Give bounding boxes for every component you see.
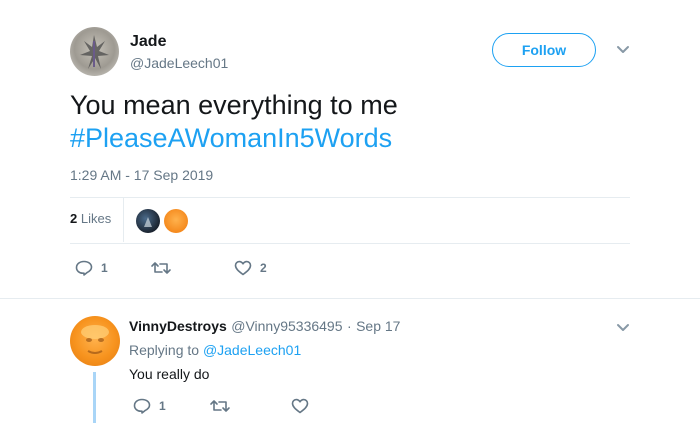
follow-button[interactable]: Follow: [492, 33, 596, 67]
likes-count: 2: [70, 211, 78, 226]
hashtag-link[interactable]: #PleaseAWomanIn5Words: [70, 122, 630, 155]
divider: [123, 198, 124, 242]
replying-to: Replying to @JadeLeech01: [129, 342, 301, 358]
reply-icon: [133, 398, 151, 414]
tweet-timestamp[interactable]: 1:29 AM - 17 Sep 2019: [70, 167, 213, 183]
liker-avatar[interactable]: [136, 209, 160, 233]
replying-to-label: Replying to: [129, 342, 200, 358]
chevron-down-icon[interactable]: [616, 320, 630, 339]
reply-author-avatar[interactable]: [70, 316, 120, 366]
tweet-text: You mean everything to me #PleaseAWomanI…: [70, 89, 630, 155]
thread-line: [93, 372, 96, 423]
reply-date[interactable]: Sep 17: [356, 318, 400, 334]
retweet-action[interactable]: [150, 260, 180, 276]
reply-count: 1: [101, 261, 108, 275]
reply-author-handle[interactable]: @Vinny95336495: [231, 318, 342, 334]
heart-icon: [291, 398, 309, 414]
reply-header: VinnyDestroys @Vinny95336495 · Sep 17: [129, 318, 400, 336]
reply-reply-action[interactable]: 1: [133, 398, 166, 414]
retweet-icon: [210, 400, 230, 412]
author-avatar[interactable]: [70, 27, 119, 76]
reply-author-name[interactable]: VinnyDestroys: [129, 318, 227, 334]
reply-icon: [75, 260, 93, 276]
tweet-text-line: You mean everything to me: [70, 90, 398, 120]
likes-summary[interactable]: 2 Likes: [70, 211, 111, 226]
reply-retweet-action[interactable]: [209, 398, 239, 414]
retweet-icon: [151, 262, 171, 274]
like-action[interactable]: 2: [234, 260, 267, 276]
heart-icon: [234, 260, 252, 276]
author-handle[interactable]: @JadeLeech01: [130, 55, 228, 71]
reply-like-action[interactable]: [291, 398, 317, 414]
replying-to-mention[interactable]: @JadeLeech01: [203, 342, 301, 358]
divider: [70, 197, 630, 198]
author-name[interactable]: Jade: [130, 33, 166, 51]
meta-separator: ·: [346, 318, 352, 334]
divider: [70, 243, 630, 244]
chevron-down-icon[interactable]: [616, 42, 630, 61]
like-count: 2: [260, 261, 267, 275]
divider: [0, 298, 700, 299]
reply-text: You really do: [129, 366, 210, 382]
reply-reply-count: 1: [159, 399, 166, 413]
likes-label: Likes: [80, 211, 112, 226]
liker-avatar[interactable]: [164, 209, 188, 233]
reply-action[interactable]: 1: [75, 260, 108, 276]
